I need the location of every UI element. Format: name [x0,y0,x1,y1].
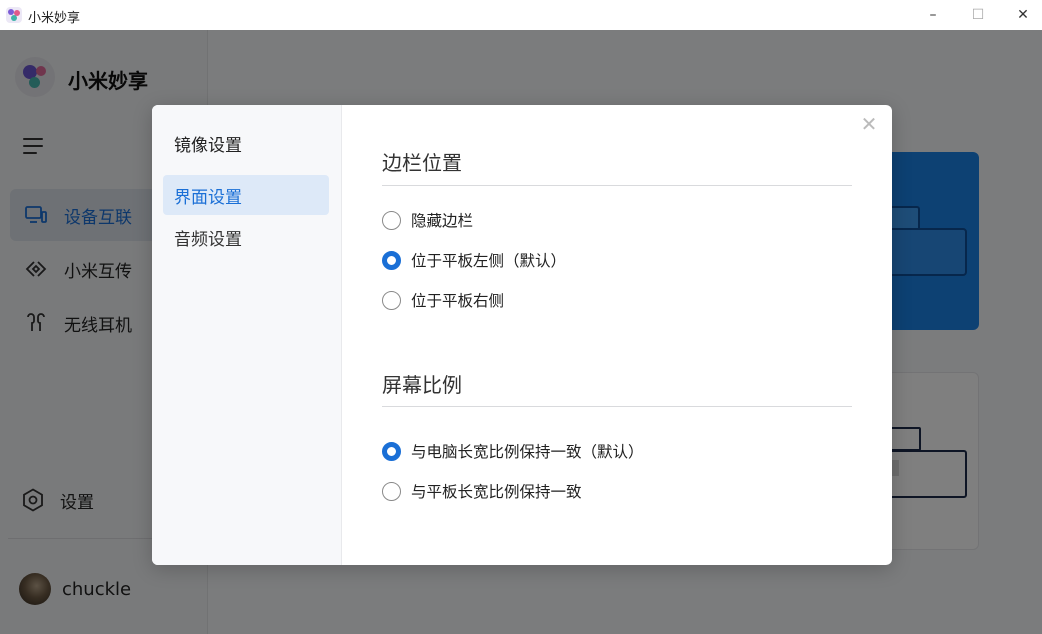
radio-label: 位于平板左侧（默认） [411,252,567,270]
maximize-button[interactable]: ☐ [955,0,1001,30]
radio-sidebar-right[interactable]: 位于平板右侧 [382,288,504,312]
radio-button[interactable] [382,210,401,230]
close-window-button[interactable]: ✕ [1000,0,1042,30]
section-title-sidebar-position: 边栏位置 [382,151,462,175]
radio-label: 隐藏边栏 [411,212,474,230]
radio-label: 与电脑长宽比例保持一致（默认） [411,443,644,461]
minimize-button[interactable]: – [910,0,956,30]
window-title: 小米妙享 [28,11,81,26]
dialog-sidebar: 镜像设置 界面设置 音频设置 [152,105,342,565]
mirror-settings-dialog: 镜像设置 界面设置 音频设置 ✕ 边栏位置 隐藏边栏 位于平板左侧（默认） 位于… [152,105,892,565]
title-bar: 小米妙享 – ☐ ✕ [0,0,1042,30]
radio-hide-sidebar[interactable]: 隐藏边栏 [382,208,473,232]
app-logo-icon [6,7,22,23]
tab-audio-settings[interactable]: 音频设置 [163,217,329,257]
radio-ratio-pc[interactable]: 与电脑长宽比例保持一致（默认） [382,439,644,463]
tab-interface-settings[interactable]: 界面设置 [163,175,329,215]
radio-label: 位于平板右侧 [411,292,505,310]
radio-button-selected[interactable] [382,250,401,270]
radio-button[interactable] [382,481,401,501]
close-icon[interactable]: ✕ [858,113,880,135]
section-divider [382,185,852,186]
dialog-title: 镜像设置 [174,136,242,156]
radio-button[interactable] [382,290,401,310]
radio-button-selected[interactable] [382,441,401,461]
section-title-screen-ratio: 屏幕比例 [382,373,462,397]
radio-label: 与平板长宽比例保持一致 [411,483,582,501]
radio-sidebar-left[interactable]: 位于平板左侧（默认） [382,248,566,272]
section-divider [382,406,852,407]
radio-ratio-tablet[interactable]: 与平板长宽比例保持一致 [382,479,582,503]
